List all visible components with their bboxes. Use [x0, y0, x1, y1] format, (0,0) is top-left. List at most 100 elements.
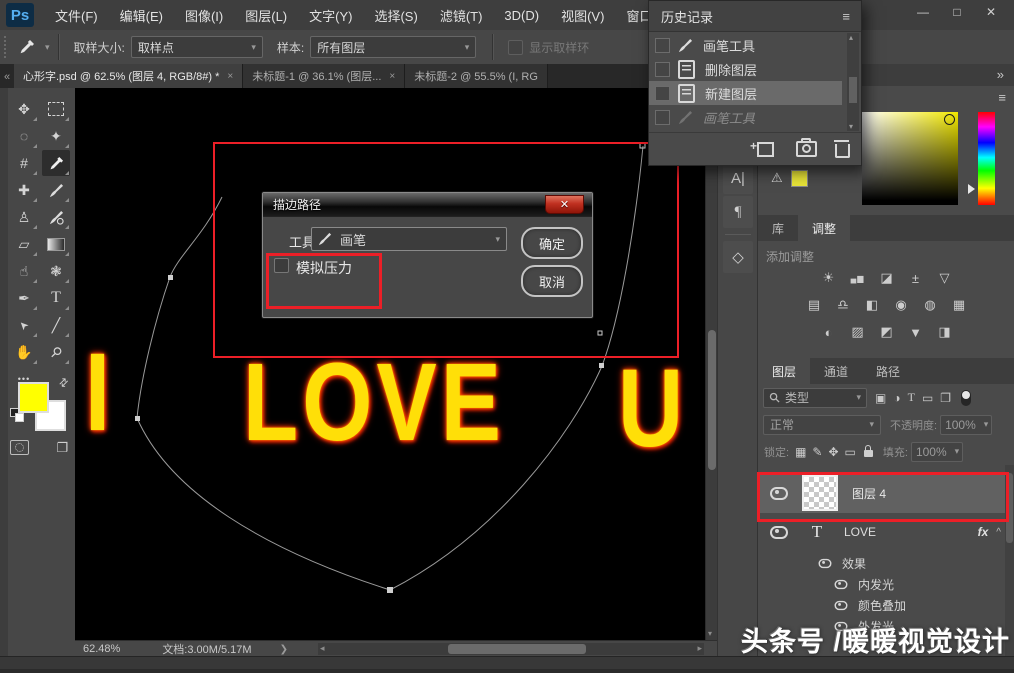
- blend-mode-dropdown[interactable]: 正常 ▾: [763, 415, 881, 435]
- fill-dropdown[interactable]: 100% ▾: [911, 442, 963, 462]
- gradient-map-icon[interactable]: ▼: [906, 324, 926, 340]
- color-field[interactable]: [862, 112, 958, 205]
- effects-header-row[interactable]: 效果: [758, 553, 1007, 574]
- color-lookup-icon[interactable]: ▦: [949, 297, 969, 313]
- eraser-tool[interactable]: ▱: [10, 231, 38, 257]
- canvas[interactable]: I LOVE U: [75, 88, 705, 640]
- path-selection-tool[interactable]: ➤: [10, 312, 38, 338]
- filter-toggle[interactable]: [961, 390, 971, 406]
- doc-tab-untitled2[interactable]: 未标题-2 @ 55.5% (I, RG: [405, 64, 548, 88]
- curves-icon[interactable]: ◪: [877, 270, 897, 286]
- marquee-tool[interactable]: [42, 96, 70, 122]
- maximize-button[interactable]: □: [940, 0, 974, 24]
- photo-filter-icon[interactable]: ◉: [891, 297, 911, 313]
- delete-state-icon[interactable]: [835, 144, 850, 158]
- filter-type-icon[interactable]: T: [908, 390, 915, 405]
- new-doc-from-state-icon[interactable]: [757, 142, 774, 157]
- selective-color-icon[interactable]: ◨: [935, 324, 955, 340]
- gradient-tool[interactable]: [42, 231, 70, 257]
- cancel-button[interactable]: 取消: [521, 265, 583, 297]
- menu-view[interactable]: 视图(V): [550, 0, 615, 30]
- collapse-dock-icon[interactable]: »: [997, 67, 1003, 82]
- eye-icon[interactable]: [835, 580, 848, 589]
- filter-kind-dropdown[interactable]: 类型 ▾: [763, 388, 867, 408]
- brightness-contrast-icon[interactable]: ☀: [819, 270, 839, 286]
- love-layer-name[interactable]: LOVE: [844, 525, 876, 539]
- exposure-icon[interactable]: ±: [906, 270, 926, 286]
- lock-position-icon[interactable]: ✥: [828, 445, 838, 459]
- clone-stamp-tool[interactable]: ♙: [10, 204, 38, 230]
- smudge-tool[interactable]: ☝: [10, 258, 38, 284]
- tab-close-icon[interactable]: ×: [227, 71, 233, 82]
- filter-image-icon[interactable]: ▣: [875, 391, 886, 405]
- doc-tab-heart[interactable]: 心形字.psd @ 62.5% (图层 4, RGB/8#) * ×: [14, 64, 243, 88]
- move-tool[interactable]: ✥: [10, 96, 38, 122]
- opacity-dropdown[interactable]: 100% ▾: [940, 415, 992, 435]
- hue-slider-icon[interactable]: [968, 184, 975, 194]
- menu-edit[interactable]: 编辑(E): [109, 0, 174, 30]
- eye-icon[interactable]: [770, 526, 788, 539]
- filter-adjustment-icon[interactable]: ◑: [893, 391, 900, 405]
- ok-button[interactable]: 确定: [521, 227, 583, 259]
- eyedropper-tool[interactable]: [42, 150, 70, 176]
- show-ring-checkbox[interactable]: [508, 40, 523, 55]
- scroll-left-icon[interactable]: ◂: [320, 643, 325, 654]
- tab-channels[interactable]: 通道: [810, 358, 862, 384]
- doc-tab-untitled1[interactable]: 未标题-1 @ 36.1% (图层... ×: [243, 64, 405, 88]
- history-scroll-thumb[interactable]: [849, 77, 857, 103]
- zoom-tool[interactable]: ⚲: [42, 339, 70, 365]
- history-item-delete-layer[interactable]: 删除图层: [649, 57, 842, 81]
- hand-tool[interactable]: ✋: [10, 339, 38, 365]
- stroke-tool-dropdown[interactable]: 画笔 ▾: [311, 227, 507, 251]
- effect-row-inner-glow[interactable]: 内发光: [758, 574, 1007, 595]
- tab-adjustments[interactable]: 调整: [798, 215, 850, 241]
- filter-shape-icon[interactable]: ▭: [922, 391, 933, 405]
- channel-mixer-icon[interactable]: ◍: [920, 297, 940, 313]
- fx-badge[interactable]: fx: [978, 525, 989, 539]
- close-button[interactable]: ✕: [974, 0, 1008, 24]
- history-scrollbar[interactable]: ▴ ▾: [847, 33, 859, 131]
- history-title-bar[interactable]: 历史记录 ≡: [649, 1, 861, 32]
- history-source-checkbox[interactable]: [655, 38, 670, 53]
- menu-select[interactable]: 选择(S): [363, 0, 428, 30]
- menu-3d[interactable]: 3D(D): [493, 0, 550, 30]
- zoom-level[interactable]: 62.48%: [83, 643, 120, 655]
- panel-menu-icon[interactable]: ≡: [842, 9, 849, 24]
- menu-file[interactable]: 文件(F): [44, 0, 109, 30]
- eye-icon[interactable]: [835, 601, 848, 610]
- history-item-brush1[interactable]: 画笔工具: [649, 33, 842, 57]
- filter-smart-icon[interactable]: ❐: [940, 391, 951, 405]
- line-tool[interactable]: ╱: [42, 312, 70, 338]
- panel-menu-icon[interactable]: ≡: [998, 90, 1005, 105]
- tab-overflow-icon[interactable]: «: [0, 71, 14, 88]
- lock-all-icon[interactable]: [864, 450, 873, 457]
- magic-wand-tool[interactable]: ✦: [42, 123, 70, 149]
- history-source-checkbox[interactable]: [655, 110, 670, 125]
- dialog-title-bar[interactable]: 描边路径 ✕: [263, 193, 592, 216]
- menu-filter[interactable]: 滤镜(T): [429, 0, 494, 30]
- lock-pixels-icon[interactable]: ✎: [812, 445, 822, 459]
- tab-library[interactable]: 库: [758, 215, 798, 241]
- status-expand-icon[interactable]: ❯: [280, 644, 288, 655]
- gamut-swatch[interactable]: [791, 170, 808, 187]
- vibrance-icon[interactable]: ▽: [935, 270, 955, 286]
- threshold-icon[interactable]: ◩: [877, 324, 897, 340]
- hscroll-thumb[interactable]: [448, 644, 586, 654]
- paragraph-panel-button[interactable]: ¶: [723, 196, 753, 228]
- tab-paths[interactable]: 路径: [862, 358, 914, 384]
- effect-row-color-overlay[interactable]: 颜色叠加: [758, 595, 1007, 616]
- sample-dropdown[interactable]: 所有图层 ▾: [310, 36, 476, 58]
- dialog-close-button[interactable]: ✕: [545, 195, 584, 214]
- history-item-brush2[interactable]: 画笔工具: [649, 105, 842, 129]
- sample-size-dropdown[interactable]: 取样点 ▾: [131, 36, 263, 58]
- lock-artboard-icon[interactable]: ▭: [845, 445, 856, 459]
- healing-brush-tool[interactable]: ✚: [10, 177, 38, 203]
- collapse-effects-icon[interactable]: ^: [996, 527, 1001, 538]
- scroll-down-icon[interactable]: ▾: [849, 122, 853, 131]
- pen-tool[interactable]: ✒: [10, 285, 38, 311]
- history-source-checkbox[interactable]: [655, 86, 670, 101]
- type-tool[interactable]: T: [42, 285, 70, 311]
- quick-mask-icon[interactable]: [10, 440, 29, 455]
- menu-layer[interactable]: 图层(L): [234, 0, 298, 30]
- lasso-tool[interactable]: ◌: [10, 123, 38, 149]
